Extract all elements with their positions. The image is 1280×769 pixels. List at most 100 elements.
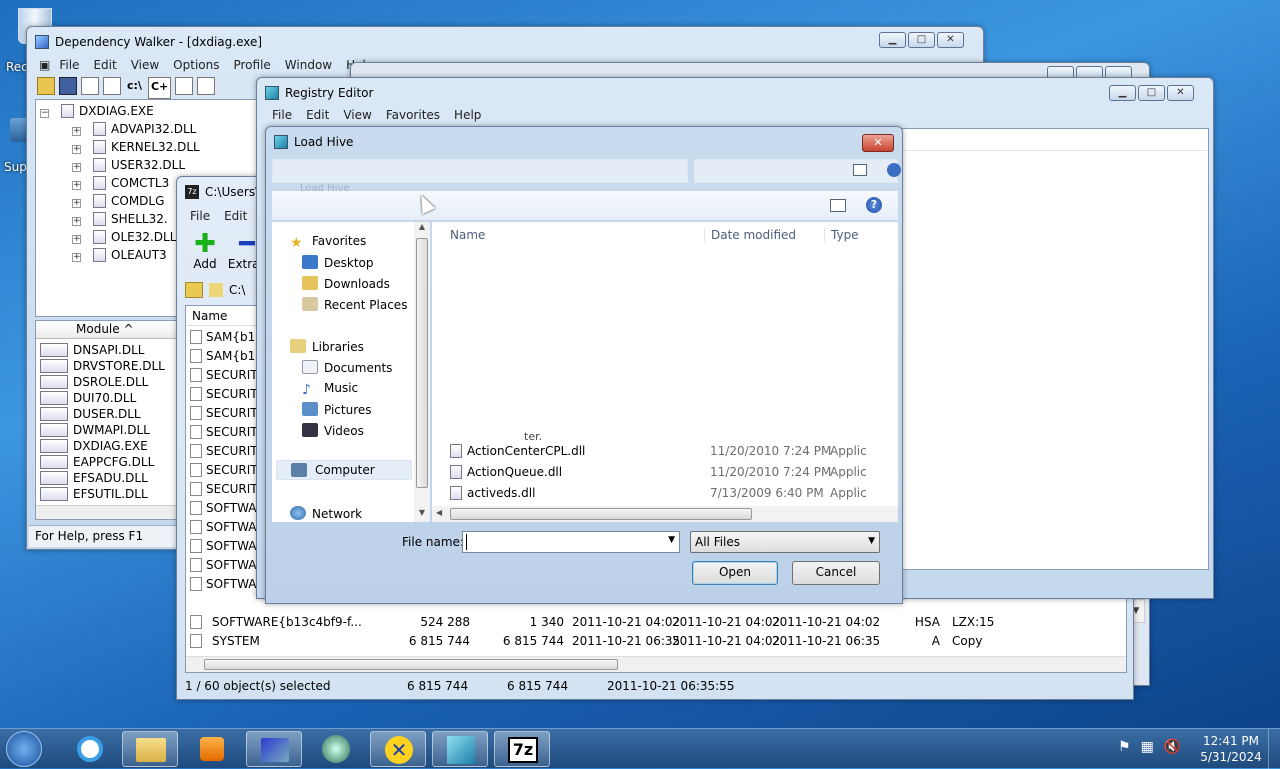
load-hive-titlebar[interactable]: Load Hive xyxy=(274,133,353,151)
date-column-header[interactable]: Date modified xyxy=(704,228,796,242)
profile-icon[interactable] xyxy=(175,77,194,95)
sevenzip-hscroll-thumb[interactable] xyxy=(204,659,618,670)
registry-editor-titlebar[interactable]: Registry Editor xyxy=(265,84,373,102)
open-icon[interactable] xyxy=(37,77,55,95)
menu-help[interactable]: Help xyxy=(447,106,488,124)
nav-computer[interactable]: Computer xyxy=(276,460,412,480)
show-desktop-button[interactable] xyxy=(1268,729,1280,769)
preview-pane-icon[interactable] xyxy=(853,164,867,176)
nav-network[interactable]: Network xyxy=(290,506,362,521)
file-row[interactable]: ActionQueue.dll 11/20/2010 7:24 PM Appli… xyxy=(450,463,898,482)
dependency-walker-titlebar[interactable]: Dependency Walker - [dxdiag.exe] xyxy=(35,33,262,51)
filename-input[interactable] xyxy=(466,534,646,550)
taskbar-explorer[interactable] xyxy=(122,731,178,767)
menu-file[interactable]: File xyxy=(265,106,299,124)
menu-file[interactable]: File xyxy=(183,207,217,225)
taskbar-dependency-walker[interactable] xyxy=(246,731,302,767)
hscroll-thumb[interactable] xyxy=(450,508,752,520)
sevenzip-titlebar[interactable]: 7z C:\Users\ xyxy=(185,183,259,201)
dependency-walker-toolbar: c:\ C+ xyxy=(37,77,216,99)
menu-view[interactable]: View xyxy=(124,56,166,74)
module-name: DWMAPI.DLL xyxy=(73,423,150,437)
chevron-down-icon[interactable]: ▼ xyxy=(668,535,675,545)
file-icon xyxy=(190,406,202,420)
taskbar-7zip[interactable]: 7z xyxy=(494,731,550,767)
sevenzip-hscrollbar[interactable] xyxy=(186,656,1126,672)
minimize-button[interactable]: ▁ xyxy=(1109,85,1136,101)
help-icon[interactable]: ? xyxy=(866,197,882,213)
cancel-button[interactable]: Cancel xyxy=(792,561,880,585)
tree-item-label: KERNEL32.DLL xyxy=(111,140,200,154)
full-paths-button[interactable]: c:\ xyxy=(125,77,144,99)
menu-mdi-icon[interactable]: ▣ xyxy=(37,56,52,74)
nav-libraries[interactable]: Libraries xyxy=(290,339,364,354)
save-icon[interactable] xyxy=(59,77,77,95)
nav-recent-places[interactable]: Recent Places xyxy=(302,297,407,312)
volume-muted-icon[interactable]: 🔇 xyxy=(1164,739,1181,755)
maximize-button[interactable]: □ xyxy=(1138,85,1165,101)
menu-edit[interactable]: Edit xyxy=(299,106,336,124)
file-row[interactable]: SYSTEM 6 815 744 6 815 744 2011-10-21 06… xyxy=(190,632,1126,651)
up-folder-icon[interactable] xyxy=(185,282,203,298)
taskbar-x-app[interactable]: ✕ xyxy=(370,731,426,767)
undecorate-button[interactable]: C+ xyxy=(147,77,172,99)
change-view-icon[interactable] xyxy=(830,199,846,212)
menu-edit[interactable]: Edit xyxy=(217,207,254,225)
nav-downloads[interactable]: Downloads xyxy=(302,276,390,291)
nav-scroll-up[interactable]: ▲ xyxy=(414,222,430,236)
maximize-button[interactable]: □ xyxy=(908,32,935,48)
close-button[interactable]: ✕ xyxy=(1167,85,1194,101)
tree-icon[interactable] xyxy=(103,77,121,95)
hscroll-left[interactable]: ◀ xyxy=(436,508,442,517)
menu-view[interactable]: View xyxy=(336,106,378,124)
taskbar-ie[interactable] xyxy=(62,731,118,767)
nav-scroll-thumb[interactable] xyxy=(416,238,428,488)
file-list-hscrollbar[interactable]: ◀ xyxy=(432,506,898,522)
name-column-header[interactable]: Name xyxy=(450,228,485,242)
add-button[interactable]: ✚ Add xyxy=(189,231,221,271)
file-row[interactable]: SOFTWARE{b13c4bf9-f... 524 288 1 340 201… xyxy=(190,613,1126,632)
help-icon-ghost[interactable] xyxy=(887,163,901,177)
tree-item[interactable]: + ADVAPI32.DLL xyxy=(72,120,264,139)
nav-pictures[interactable]: Pictures xyxy=(302,402,372,417)
menu-favorites[interactable]: Favorites xyxy=(379,106,447,124)
properties-icon[interactable] xyxy=(197,77,216,95)
path-text[interactable]: C:\ xyxy=(229,283,245,297)
taskbar-media-player[interactable] xyxy=(184,731,240,767)
filename-combobox[interactable]: ▼ xyxy=(462,531,680,553)
start-button[interactable] xyxy=(6,731,42,767)
nav-videos[interactable]: Videos xyxy=(302,423,364,438)
open-button[interactable]: Open xyxy=(692,561,778,585)
tree-item[interactable]: + KERNEL32.DLL xyxy=(72,138,264,157)
file-row[interactable]: ActionCenterCPL.dll 11/20/2010 7:24 PM A… xyxy=(450,442,898,461)
tree-item[interactable]: + USER32.DLL xyxy=(72,156,264,175)
close-button[interactable]: ✕ xyxy=(937,32,964,48)
type-column-header[interactable]: Type xyxy=(824,228,859,242)
module-column-header[interactable]: Module ^ xyxy=(76,322,134,336)
menu-edit[interactable]: Edit xyxy=(86,56,123,74)
file-row[interactable]: activeds.dll 7/13/2009 6:40 PM Applic xyxy=(450,484,898,503)
nav-scroll-down[interactable]: ▼ xyxy=(414,508,430,522)
menu-profile[interactable]: Profile xyxy=(226,56,277,74)
file-type-select[interactable]: All Files ▼ xyxy=(690,531,880,553)
tree-item-label: SHELL32. xyxy=(111,212,168,226)
nav-desktop[interactable]: Desktop xyxy=(302,255,374,270)
find-icon[interactable] xyxy=(81,77,99,95)
tree-root[interactable]: − DXDIAG.EXE xyxy=(40,102,264,121)
navigation-scrollbar[interactable]: ▲ ▼ xyxy=(414,222,430,522)
nav-music[interactable]: ♪ Music xyxy=(302,381,358,397)
menu-window[interactable]: Window xyxy=(278,56,339,74)
nav-favorites[interactable]: ★ Favorites xyxy=(290,234,366,250)
menu-file[interactable]: File xyxy=(52,56,86,74)
minimize-button[interactable]: ▁ xyxy=(879,32,906,48)
registry-column-header[interactable] xyxy=(898,129,1208,151)
nav-documents[interactable]: Documents xyxy=(302,360,392,375)
clock[interactable]: 12:41 PM 5/31/2024 xyxy=(1196,733,1266,765)
taskbar-globe-app[interactable] xyxy=(308,731,364,767)
close-button[interactable]: ✕ xyxy=(862,134,894,152)
taskbar-registry-editor[interactable] xyxy=(432,731,488,767)
menu-options[interactable]: Options xyxy=(166,56,226,74)
action-center-flag-icon[interactable]: ⚑ xyxy=(1118,739,1131,755)
network-tray-icon[interactable]: ▦ xyxy=(1141,739,1154,755)
module-status-icon xyxy=(40,455,68,469)
